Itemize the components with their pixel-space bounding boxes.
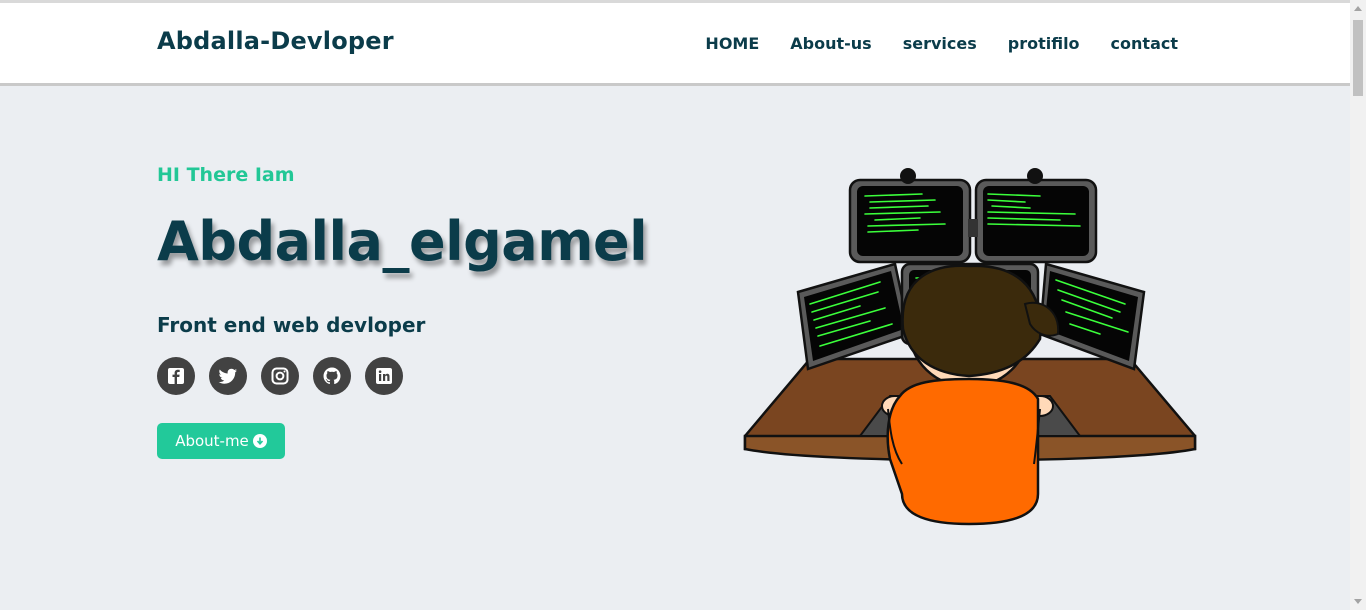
page-scrollbar[interactable] (1350, 0, 1366, 610)
about-me-label: About-me (175, 432, 249, 450)
nav-portfolio[interactable]: protifilo (1008, 34, 1080, 53)
twitter-link[interactable] (209, 357, 247, 395)
social-links (157, 357, 417, 395)
hero-role: Front end web devloper (157, 313, 426, 337)
arrow-down-circle-icon (252, 434, 267, 448)
nav-home[interactable]: HOME (705, 34, 759, 53)
hero-section: HI There Iam Abdalla_elgamel Front end w… (0, 89, 1350, 610)
scroll-down-arrow-icon[interactable] (1354, 599, 1362, 604)
github-icon (323, 367, 341, 385)
instagram-icon (271, 367, 289, 385)
nav-services[interactable]: services (903, 34, 977, 53)
hero-greeting: HI There Iam (157, 164, 295, 186)
github-link[interactable] (313, 357, 351, 395)
scroll-up-arrow-icon[interactable] (1354, 6, 1362, 11)
scroll-thumb[interactable] (1353, 20, 1363, 96)
twitter-icon (218, 368, 237, 384)
navbar: Abdalla-Devloper HOME About-us services … (0, 3, 1350, 86)
linkedin-icon (376, 368, 392, 384)
nav-about-us[interactable]: About-us (790, 34, 871, 53)
instagram-link[interactable] (261, 357, 299, 395)
facebook-icon (168, 368, 184, 384)
nav-menu: HOME About-us services protifilo contact (674, 34, 1178, 53)
developer-illustration (743, 168, 1197, 526)
facebook-link[interactable] (157, 357, 195, 395)
brand-logo[interactable]: Abdalla-Devloper (157, 27, 394, 55)
linkedin-link[interactable] (365, 357, 403, 395)
nav-contact[interactable]: contact (1111, 34, 1178, 53)
hero-name: Abdalla_elgamel (157, 210, 648, 273)
about-me-button[interactable]: About-me (157, 423, 285, 459)
